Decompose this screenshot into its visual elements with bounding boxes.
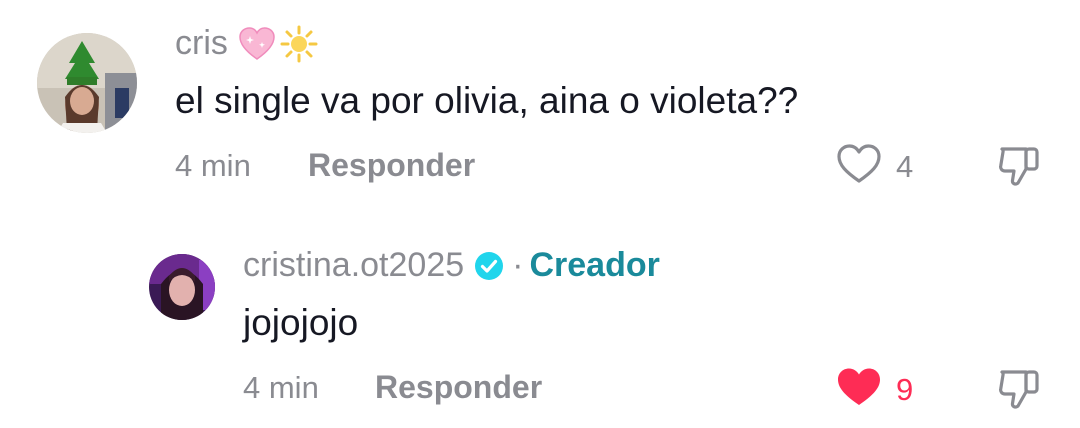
comment-username[interactable]: cris [175,24,318,63]
like-button[interactable]: 9 [836,366,913,413]
comment-text: el single va por olivia, aina o violeta?… [175,80,799,121]
avatar[interactable] [37,33,137,133]
avatar[interactable] [149,254,215,320]
separator-dot: · [512,246,524,284]
thumbs-down-icon [996,370,1042,416]
comment-timestamp: 4 min [243,370,319,405]
like-button[interactable]: 4 [836,143,913,190]
dislike-button[interactable] [996,366,1042,417]
like-count: 4 [896,148,914,184]
username-text: cris [175,24,228,62]
sparkling-heart-icon [238,26,276,62]
thumbs-down-icon [996,147,1042,193]
username-text: cristina.ot2025 [243,246,465,284]
verified-badge-icon [474,251,504,281]
comment-text: jojojojo [243,302,359,343]
avatar-image [37,33,137,133]
dislike-button[interactable] [996,143,1042,194]
avatar-image [149,254,215,320]
sun-icon [280,25,318,63]
comment-username[interactable]: cristina.ot2025 · Creador [243,246,660,285]
heart-filled-icon [836,366,882,413]
creator-label: Creador [529,246,660,284]
reply-button[interactable]: Responder [308,147,475,184]
like-count: 9 [896,371,914,407]
heart-outline-icon [836,143,882,190]
comment-timestamp: 4 min [175,148,251,183]
reply-button[interactable]: Responder [375,369,542,406]
